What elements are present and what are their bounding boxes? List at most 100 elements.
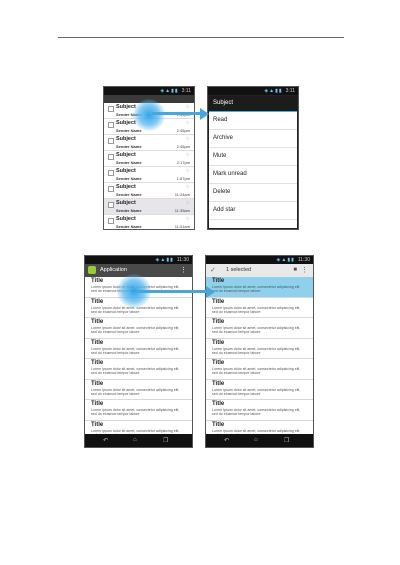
item-title: Title [212, 339, 225, 346]
menu-item[interactable]: Mark unread [209, 166, 297, 184]
item-title: Title [91, 339, 104, 346]
list-item[interactable]: TitleLorem ipsum dolor sit amet, consect… [206, 379, 313, 400]
transition-arrow-head [200, 107, 209, 120]
context-menu: Subject Read Archive Mute Mark unread Delete… [209, 96, 297, 228]
subject-text: Subject [116, 120, 136, 126]
sender-text: Sender Name [116, 192, 142, 197]
menu-title: Subject [209, 96, 297, 111]
home-icon[interactable]: ⌂ [254, 437, 258, 443]
selected-count-label: 1 selected [226, 267, 252, 273]
item-title: Title [91, 278, 104, 284]
item-title: Title [91, 401, 104, 407]
item-title: Title [212, 360, 225, 366]
menu-item[interactable]: Archive [209, 130, 297, 148]
app-title: Application [100, 267, 127, 273]
sender-text: Sender Name [116, 160, 142, 165]
star-icon[interactable]: ☆ [186, 152, 190, 158]
time-text: 11:35am [174, 208, 190, 213]
list-item[interactable]: TitleLorem ipsum dolor sit amet, consect… [85, 359, 192, 380]
item-body: Lorem ipsum dolor sit amet, consectetur … [91, 346, 180, 355]
item-body: Lorem ipsum dolor sit amet, consectetur … [91, 367, 180, 376]
item-title: Title [212, 319, 225, 325]
sender-text: Sender Name [116, 208, 142, 213]
checkbox[interactable] [108, 154, 114, 160]
star-icon[interactable]: ☆ [186, 120, 190, 126]
list-item[interactable]: TitleLorem ipsum dolor sit amet, consect… [206, 338, 313, 359]
time-text: 2:45pm [176, 144, 190, 149]
recents-icon[interactable]: ❐ [284, 437, 289, 444]
subject-text: Subject [116, 168, 136, 174]
checkbox[interactable] [108, 170, 114, 176]
list-item[interactable]: TitleLorem ipsum dolor sit amet, consect… [85, 318, 192, 339]
star-icon[interactable]: ☆ [186, 184, 190, 190]
item-body: Lorem ipsum dolor sit amet, consectetur … [212, 346, 301, 355]
star-icon[interactable]: ☆ [186, 104, 190, 110]
checkbox[interactable] [108, 138, 114, 144]
list-item[interactable]: TitleLorem ipsum dolor sit amet, consect… [206, 297, 313, 318]
star-icon[interactable]: ☆ [186, 216, 190, 222]
star-icon[interactable]: ☆ [186, 136, 190, 142]
list-item[interactable]: Subject Sender Name 1:57pm ☆ [104, 167, 194, 183]
status-bar: ◈▲▮▮ 3:11 [104, 87, 194, 95]
item-title: Title [212, 278, 225, 284]
transition-arrow-line [136, 290, 208, 293]
sender-text: Sender Name [116, 128, 142, 133]
list-item[interactable]: Subject Sender Name 2:45pm ☆ [104, 135, 194, 151]
list-item[interactable]: Subject Sender Name 2:17pm ☆ [104, 151, 194, 167]
android-app-icon[interactable] [88, 266, 96, 274]
subject-text: Subject [116, 200, 136, 206]
sender-text: Sender Name [116, 144, 142, 149]
subject-text: Subject [116, 152, 136, 158]
checkbox[interactable] [108, 218, 114, 224]
status-bar: ◈▲▮▮ 11:30 [206, 256, 313, 264]
nav-bar: ↶ ⌂ ❐ [85, 434, 192, 447]
menu-item[interactable]: Mute [209, 148, 297, 166]
page-top-rule [58, 37, 344, 38]
list-item[interactable]: Subject Sender Name 11:35am ☆ [104, 199, 194, 215]
item-title: Title [212, 421, 225, 428]
status-bar: ◈▲▮▮ 3:11 [208, 87, 298, 95]
checkbox[interactable] [108, 202, 114, 208]
list-item[interactable]: TitleLorem ipsum dolor sit amet, consect… [85, 338, 192, 359]
recents-icon[interactable]: ❐ [163, 437, 168, 444]
nav-bar: ↶ ⌂ ❐ [206, 434, 313, 447]
list-item[interactable]: Subject Sender Name 11:01am ☆ [104, 215, 194, 229]
back-icon[interactable]: ↶ [103, 437, 108, 444]
list-item[interactable]: Subject Sender Name 11:24am ☆ [104, 183, 194, 199]
item-title: Title [212, 401, 225, 407]
list-item[interactable]: TitleLorem ipsum dolor sit amet, consect… [85, 400, 192, 421]
menu-item[interactable]: Delete [209, 184, 297, 202]
list-item[interactable]: TitleLorem ipsum dolor sit amet, consect… [85, 379, 192, 400]
overflow-menu-icon[interactable]: ⋮ [180, 264, 187, 277]
contextual-action-bar: ✓ 1 selected ■ ⋮ [206, 264, 313, 277]
delete-icon[interactable]: ■ [293, 264, 297, 277]
time-text: 1:57pm [176, 176, 190, 181]
menu-item[interactable]: Add star [209, 202, 297, 220]
item-body: Lorem ipsum dolor sit amet, consectetur … [212, 285, 301, 294]
checkbox[interactable] [108, 122, 114, 128]
list-item[interactable]: TitleLorem ipsum dolor sit amet, consect… [206, 400, 313, 421]
time-text: 2:17pm [176, 160, 190, 165]
overflow-menu-icon[interactable]: ⋮ [301, 264, 308, 277]
star-icon[interactable]: ☆ [186, 200, 190, 206]
checkbox[interactable] [108, 106, 114, 112]
list-item[interactable]: TitleLorem ipsum dolor sit amet, consect… [206, 359, 313, 380]
item-body: Lorem ipsum dolor sit amet, consectetur … [91, 408, 180, 417]
item-title: Title [91, 298, 104, 305]
list-item[interactable]: TitleLorem ipsum dolor sit amet, consect… [206, 318, 313, 339]
checkbox[interactable] [108, 186, 114, 192]
menu-item[interactable]: Read [209, 112, 297, 130]
home-icon[interactable]: ⌂ [133, 437, 137, 443]
list-item[interactable]: TitleLorem ipsum dolor sit amet, consect… [206, 277, 313, 298]
back-icon[interactable]: ↶ [224, 437, 229, 444]
subject-text: Subject [116, 136, 136, 142]
star-icon[interactable]: ☆ [186, 168, 190, 174]
item-title: Title [91, 380, 104, 387]
item-title: Title [91, 319, 104, 325]
item-title: Title [91, 360, 104, 366]
item-body: Lorem ipsum dolor sit amet, consectetur … [212, 387, 301, 396]
done-check-icon[interactable]: ✓ [210, 264, 216, 277]
phone-selected-list: ◈▲▮▮ 11:30 ✓ 1 selected ■ ⋮ Title Lorem ip… [205, 255, 314, 448]
time-text: 11:24am [174, 192, 190, 197]
subject-text: Subject [116, 184, 136, 190]
